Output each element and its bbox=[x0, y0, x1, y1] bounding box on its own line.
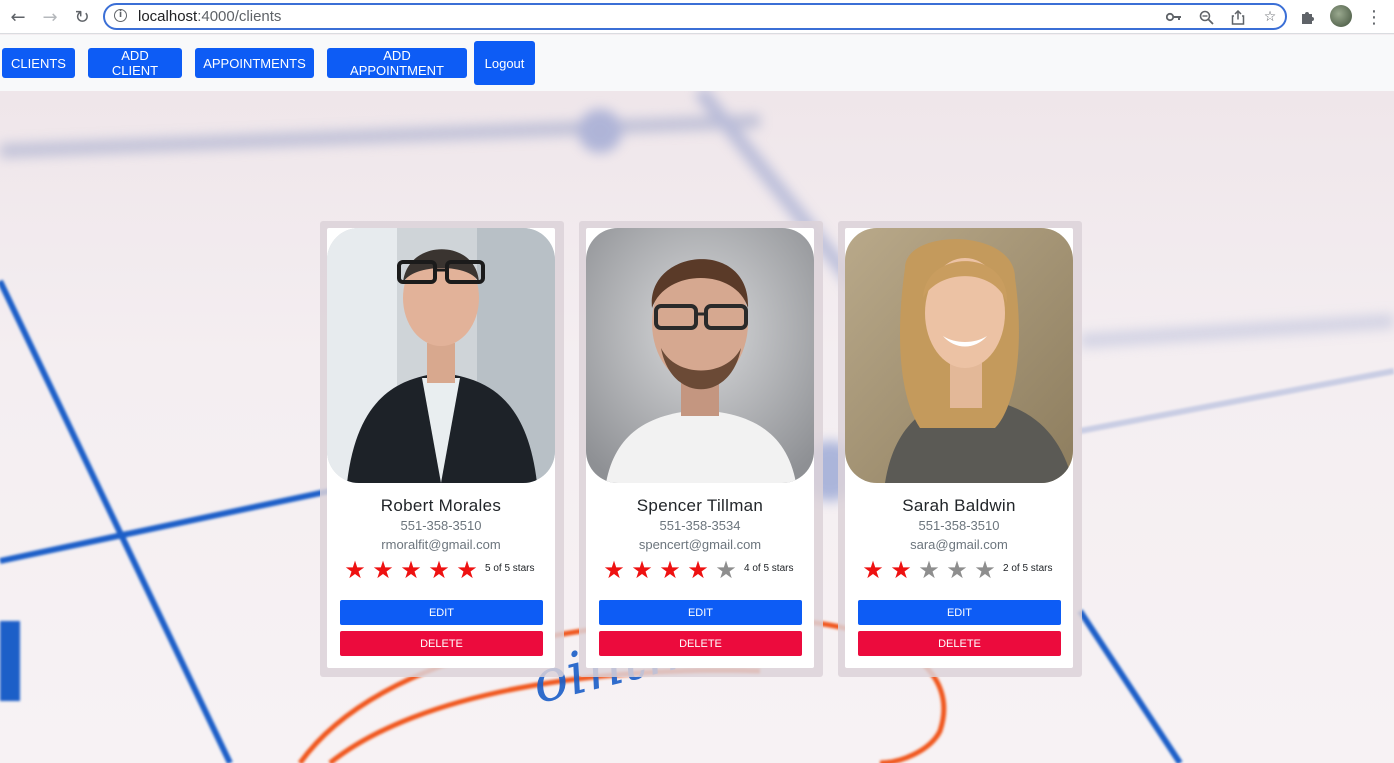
star-icon: ★ bbox=[603, 556, 625, 584]
star-rating: ★ ★ ★ ★ ★ 5 of 5 stars bbox=[341, 557, 534, 583]
logout-button[interactable]: Logout bbox=[474, 41, 535, 85]
delete-client-button[interactable]: DELETE bbox=[858, 631, 1061, 656]
client-email: spencert@gmail.com bbox=[638, 537, 762, 552]
edit-client-button[interactable]: EDIT bbox=[340, 600, 543, 625]
client-email: rmoralfit@gmail.com bbox=[381, 537, 501, 552]
back-arrow-icon[interactable]: ← bbox=[7, 6, 29, 28]
star-icon: ★ bbox=[974, 556, 996, 584]
add-client-nav-button[interactable]: ADD CLIENT bbox=[88, 48, 182, 78]
key-icon[interactable] bbox=[1165, 8, 1183, 26]
client-card-body: Robert Morales 551-358-3510 rmoralfit@gm… bbox=[327, 228, 555, 668]
rating-text: 4 of 5 stars bbox=[744, 562, 794, 574]
zoom-icon[interactable] bbox=[1197, 8, 1215, 26]
star-icon: ★ bbox=[428, 556, 450, 584]
delete-client-button[interactable]: DELETE bbox=[599, 631, 802, 656]
app-navbar: CLIENTS ADD CLIENT APPOINTMENTS ADD APPO… bbox=[0, 35, 1394, 91]
client-photo bbox=[327, 228, 555, 483]
star-icon: ★ bbox=[631, 556, 653, 584]
browser-toolbar: ← → ↻ i localhost:4000/clients ☆ ⋮ bbox=[0, 0, 1394, 34]
star-icon: ★ bbox=[400, 556, 422, 584]
rating-text: 2 of 5 stars bbox=[1003, 562, 1053, 574]
star-icon: ★ bbox=[687, 556, 709, 584]
client-photo bbox=[586, 228, 814, 483]
clients-nav-button[interactable]: CLIENTS bbox=[2, 48, 75, 78]
share-icon[interactable] bbox=[1229, 8, 1247, 26]
more-menu-icon[interactable]: ⋮ bbox=[1363, 6, 1385, 28]
client-phone: 551-358-3510 bbox=[400, 518, 482, 533]
reload-icon[interactable]: ↻ bbox=[71, 6, 93, 28]
client-name: Spencer Tillman bbox=[636, 496, 764, 515]
client-phone: 551-358-3534 bbox=[659, 518, 741, 533]
star-icon: ★ bbox=[715, 556, 737, 584]
address-bar[interactable]: i localhost:4000/clients ☆ bbox=[103, 3, 1287, 30]
edit-client-button[interactable]: EDIT bbox=[858, 600, 1061, 625]
star-rating: ★ ★ ★ ★ ★ 4 of 5 stars bbox=[600, 557, 793, 583]
star-icon: ★ bbox=[456, 556, 478, 584]
star-icon: ★ bbox=[862, 556, 884, 584]
star-icon: ★ bbox=[659, 556, 681, 584]
client-phone: 551-358-3510 bbox=[918, 518, 1000, 533]
star-icon: ★ bbox=[344, 556, 366, 584]
client-card-body: Spencer Tillman 551-358-3534 spencert@gm… bbox=[586, 228, 814, 668]
rating-text: 5 of 5 stars bbox=[485, 562, 535, 574]
extensions-puzzle-icon[interactable] bbox=[1297, 6, 1319, 28]
client-photo bbox=[845, 228, 1073, 483]
edit-client-button[interactable]: EDIT bbox=[599, 600, 802, 625]
url-text: localhost:4000/clients bbox=[138, 8, 282, 25]
forward-arrow-icon[interactable]: → bbox=[39, 6, 61, 28]
appointments-nav-button[interactable]: APPOINTMENTS bbox=[195, 48, 314, 78]
client-card: Spencer Tillman 551-358-3534 spencert@gm… bbox=[579, 221, 823, 677]
delete-client-button[interactable]: DELETE bbox=[340, 631, 543, 656]
site-info-icon[interactable]: i bbox=[114, 9, 127, 22]
bookmark-star-icon[interactable]: ☆ bbox=[1261, 8, 1279, 26]
star-icon: ★ bbox=[946, 556, 968, 584]
client-name: Robert Morales bbox=[380, 496, 502, 515]
star-icon: ★ bbox=[918, 556, 940, 584]
star-icon: ★ bbox=[890, 556, 912, 584]
client-card: Sarah Baldwin 551-358-3510 sara@gmail.co… bbox=[838, 221, 1082, 677]
client-email: sara@gmail.com bbox=[910, 537, 1008, 552]
star-icon: ★ bbox=[372, 556, 394, 584]
star-rating: ★ ★ ★ ★ ★ 2 of 5 stars bbox=[859, 557, 1052, 583]
profile-avatar[interactable] bbox=[1330, 5, 1352, 27]
add-appointment-nav-button[interactable]: ADD APPOINTMENT bbox=[327, 48, 467, 78]
client-name: Sarah Baldwin bbox=[902, 496, 1016, 515]
client-card-body: Sarah Baldwin 551-358-3510 sara@gmail.co… bbox=[845, 228, 1073, 668]
client-card: Robert Morales 551-358-3510 rmoralfit@gm… bbox=[320, 221, 564, 677]
